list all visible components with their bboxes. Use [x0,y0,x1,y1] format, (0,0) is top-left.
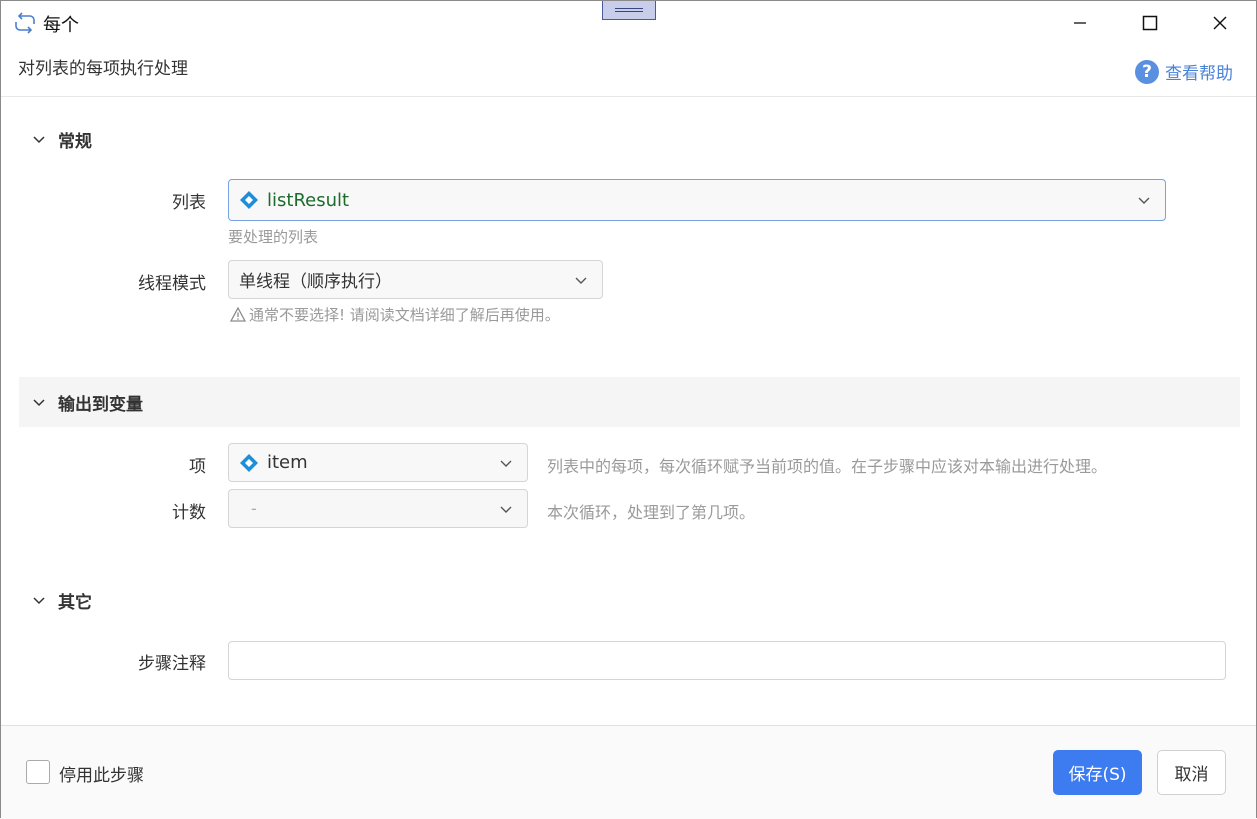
disable-step-checkbox[interactable] [26,760,50,784]
minimize-icon [1074,22,1086,24]
item-value: item [267,452,308,473]
comment-label: 步骤注释 [138,654,206,674]
section-output-title: 输出到变量 [58,394,143,415]
chevron-down-icon [33,399,45,407]
title-bar[interactable]: 每个 [1,1,1256,45]
thread-mode-select[interactable]: 单线程（顺序执行） [228,260,603,299]
section-other-header[interactable]: 其它 [19,575,1240,625]
maximize-button[interactable] [1115,1,1185,45]
maximize-icon [1142,15,1158,31]
save-button[interactable]: 保存(S) [1053,750,1142,795]
diamond-variable-icon [240,453,258,472]
list-select[interactable]: listResult [228,179,1166,221]
chevron-down-icon [575,277,587,284]
warning-triangle-icon [230,307,246,322]
item-label: 项 [189,457,206,477]
list-label: 列表 [172,193,206,213]
disable-step-label[interactable]: 停用此步骤 [59,761,144,786]
thread-mode-label: 线程模式 [138,274,206,294]
help-link[interactable]: ? 查看帮助 [1135,59,1233,84]
close-button[interactable] [1185,1,1255,45]
count-label: 计数 [172,503,206,523]
chevron-down-icon [500,460,512,467]
section-output-header[interactable]: 输出到变量 [19,377,1240,427]
count-value: - [251,499,257,518]
thread-mode-value: 单线程（顺序执行） [239,272,392,292]
thread-mode-hint: 通常不要选择! 请阅读文档详细了解后再使用。 [249,306,560,324]
drag-handle[interactable] [602,1,656,20]
help-link-label: 查看帮助 [1165,64,1233,84]
count-select[interactable]: - [228,489,528,528]
comment-input[interactable] [228,641,1226,680]
thread-mode-hint-row: 通常不要选择! 请阅读文档详细了解后再使用。 [230,304,560,325]
question-circle-icon: ? [1135,59,1159,84]
chevron-down-icon [500,506,512,513]
section-general-title: 常规 [58,131,92,152]
minimize-button[interactable] [1045,1,1115,45]
section-other-title: 其它 [58,592,92,613]
chevron-down-icon [1138,197,1150,204]
chevron-down-icon [33,136,45,144]
loop-icon [15,12,35,34]
item-select[interactable]: item [228,443,528,482]
header-divider [1,96,1256,97]
diamond-variable-icon [240,191,258,209]
cancel-button[interactable]: 取消 [1157,750,1226,795]
section-general-header[interactable]: 常规 [19,114,1240,164]
item-hint: 列表中的每项，每次循环赋予当前项的值。在子步骤中应该对本输出进行处理。 [547,457,1108,476]
list-value: listResult [267,189,350,211]
dialog-window: 每个 对列表的每项执行处理 ? 查看帮助 常规 列表 listResult 要处… [0,0,1257,819]
dialog-subtitle: 对列表的每项执行处理 [18,59,188,79]
list-hint: 要处理的列表 [228,228,319,246]
chevron-down-icon [33,597,45,605]
close-icon [1213,16,1227,30]
count-hint: 本次循环，处理到了第几项。 [547,503,756,522]
window-title: 每个 [43,15,79,36]
